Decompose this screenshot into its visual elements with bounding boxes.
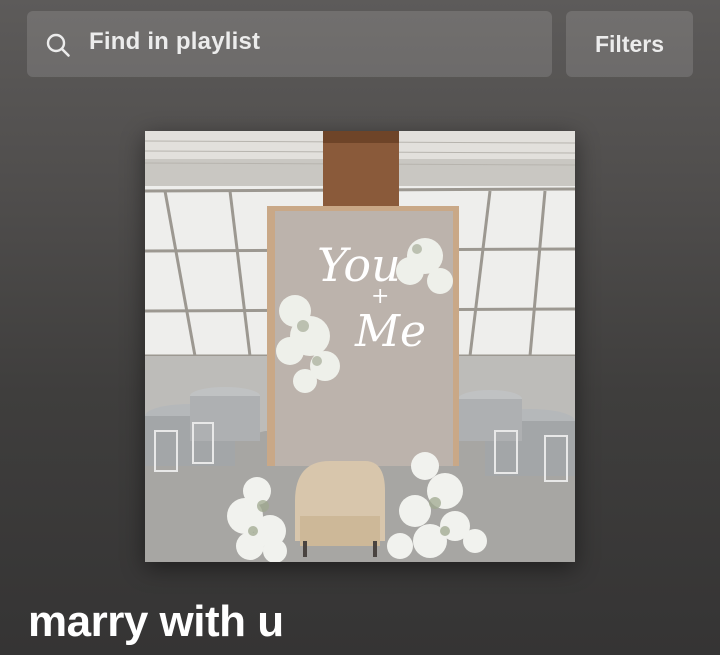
- playlist-cover-image[interactable]: You + Me: [145, 131, 575, 562]
- search-icon[interactable]: [45, 32, 71, 58]
- cover-sign-line-3: Me: [354, 306, 426, 357]
- playlist-title: marry with u: [28, 597, 284, 646]
- filters-button[interactable]: Filters: [566, 11, 693, 77]
- search-input[interactable]: Find in playlist: [89, 28, 260, 56]
